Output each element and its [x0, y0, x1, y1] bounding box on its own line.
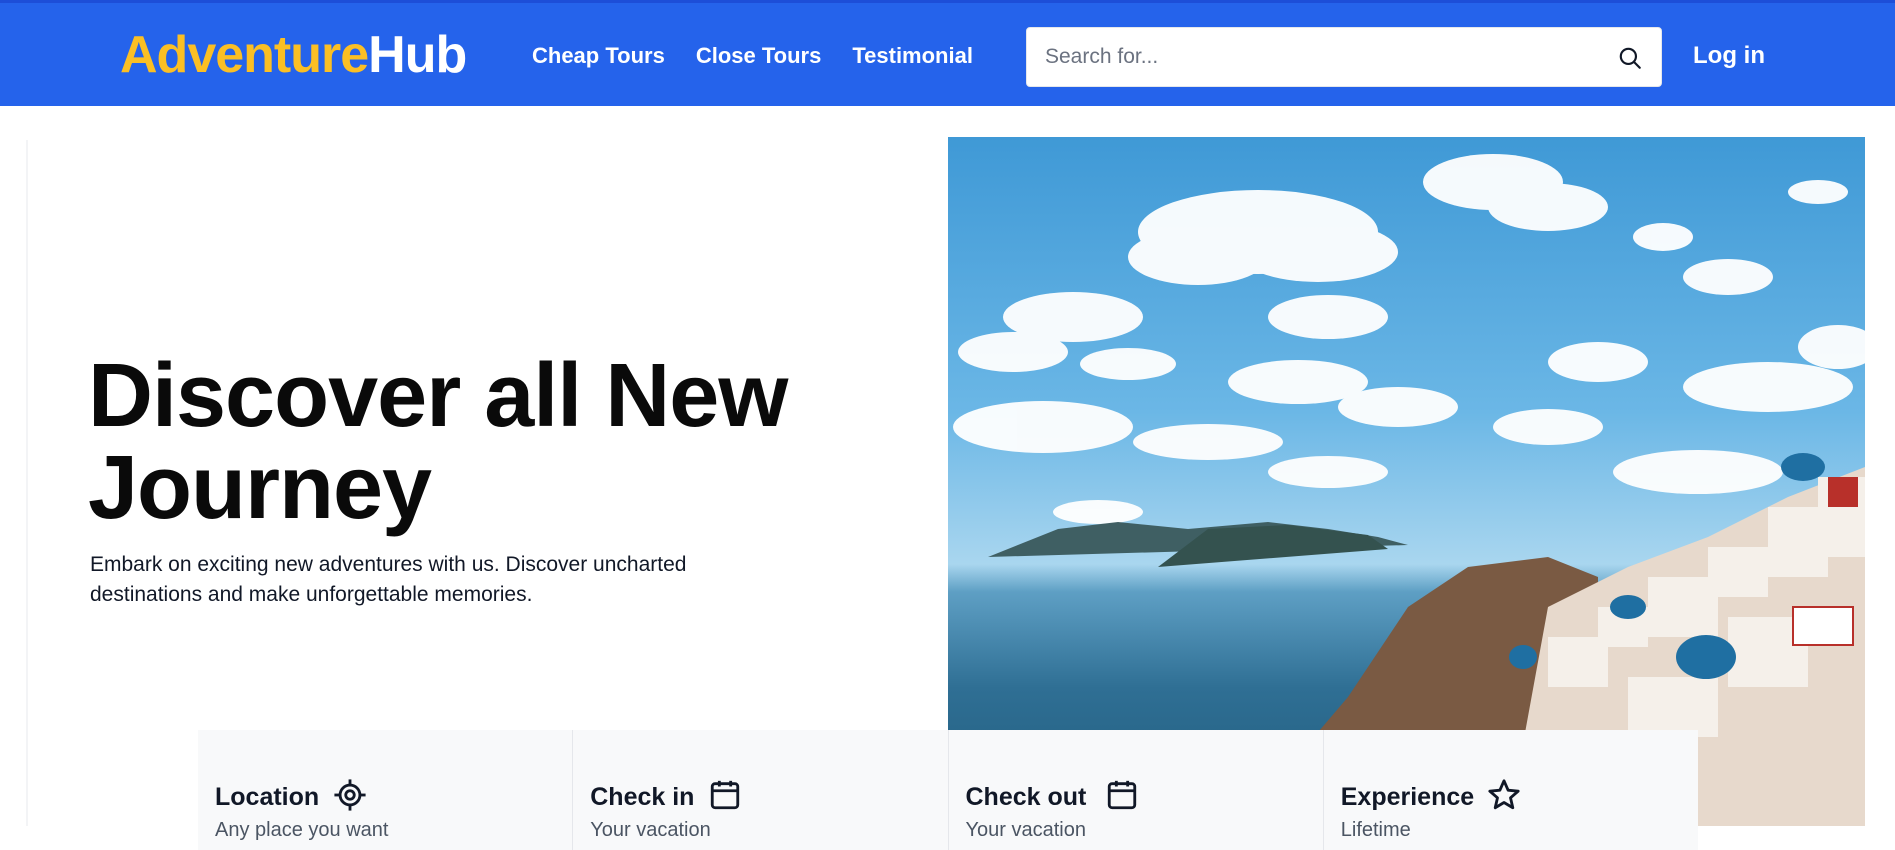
star-icon [1488, 779, 1520, 810]
booking-check-in[interactable]: Check in Your vacation [573, 730, 949, 850]
location-target-icon [334, 779, 366, 811]
logo[interactable]: AdventureHub [120, 25, 467, 85]
hero-subtitle: Embark on exciting new adventures with u… [90, 553, 687, 606]
logo-text-adventure: Adventure [120, 26, 369, 84]
search-box [1026, 27, 1662, 87]
booking-check-out[interactable]: Check out Your vacation [949, 730, 1324, 850]
booking-check-out-hint: Your vacation [965, 819, 1086, 841]
main-nav: Cheap Tours Close Tours Testimonial [532, 41, 973, 71]
top-navigation-bar: AdventureHub Cheap Tours Close Tours Tes… [0, 0, 1895, 106]
booking-experience[interactable]: Experience Lifetime [1324, 730, 1698, 850]
santorini-illustration [953, 154, 1865, 826]
booking-experience-label: Experience [1340, 783, 1475, 811]
booking-location-label: Location [215, 783, 320, 811]
booking-location[interactable]: Location Any place you want [198, 730, 574, 850]
booking-check-in-label: Check in [590, 783, 695, 811]
booking-check-out-label: Check out [965, 783, 1087, 811]
login-link[interactable]: Log in [1693, 41, 1765, 71]
hero-image-santorini [948, 137, 1865, 826]
calendar-icon [1107, 780, 1136, 810]
nav-link-close-tours[interactable]: Close Tours [696, 41, 822, 71]
hero-title: Discover all New Journey [88, 350, 888, 534]
calendar-icon [711, 780, 740, 810]
hero-title-line-1: Discover all New [88, 346, 788, 446]
content-left-border [26, 140, 28, 826]
search-icon[interactable] [1617, 45, 1643, 71]
booking-search-bar: Location Any place you want Check in You… [198, 730, 1698, 850]
hero-title-line-2: Journey [88, 438, 432, 538]
booking-check-in-hint: Your vacation [590, 819, 711, 841]
booking-location-hint: Any place you want [215, 819, 389, 841]
nav-link-testimonial[interactable]: Testimonial [852, 41, 973, 71]
nav-link-cheap-tours[interactable]: Cheap Tours [532, 41, 665, 71]
search-input[interactable] [1027, 28, 1597, 86]
logo-text-hub: Hub [368, 26, 467, 84]
booking-experience-hint: Lifetime [1340, 819, 1411, 841]
